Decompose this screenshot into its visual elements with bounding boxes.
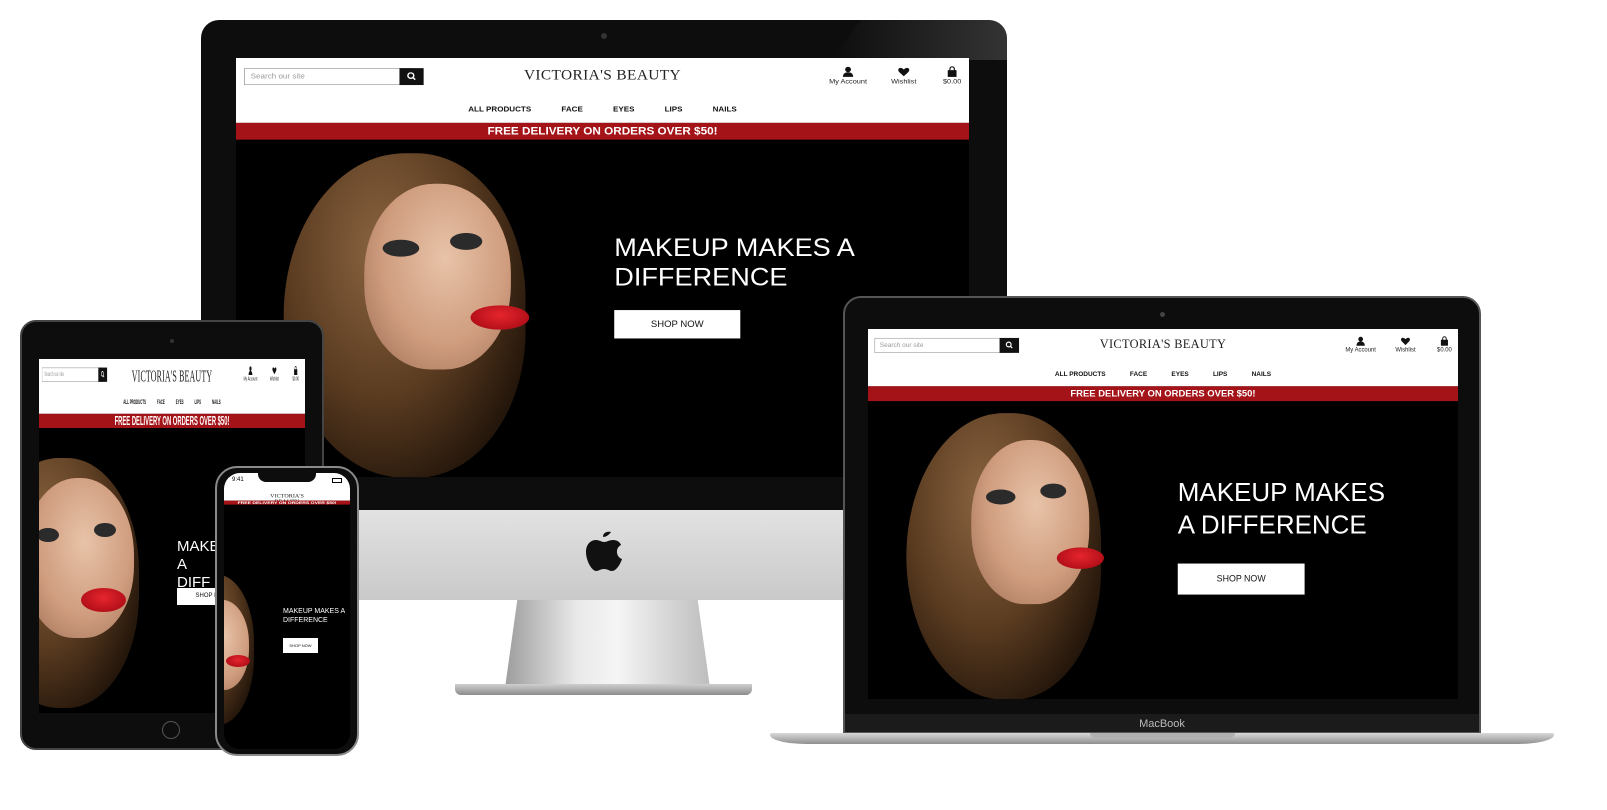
wishlist-label: Wishlist: [269, 376, 279, 383]
nav-all-products[interactable]: ALL PRODUCTS: [1055, 371, 1106, 378]
heart-icon: [272, 367, 277, 375]
account-link[interactable]: My Account: [822, 66, 873, 86]
hero-section: MAKEUP MAKES A DIFFERENCE SHOP NOW: [224, 505, 350, 749]
search-input[interactable]: Search our site: [244, 68, 424, 86]
hero-headline: MAKEUP MAKES A DIFFERENCE: [283, 608, 345, 624]
search-button[interactable]: [98, 367, 108, 382]
nav-nails[interactable]: NAILS: [212, 399, 221, 406]
site-header: VICTORIA'S BEAUTY: [224, 491, 350, 504]
phone-notch: [258, 473, 316, 482]
phone-screen: 9:41 VICTORIA'S BEAUTY FREE DELIVERY ON …: [224, 473, 350, 749]
cart-link[interactable]: $0.00: [926, 66, 969, 86]
site-header: Search our site VICTORIA'S BEAUTY My Acc…: [39, 359, 305, 414]
search-icon: [101, 370, 105, 378]
wishlist-label: Wishlist: [1395, 346, 1416, 354]
nav-all-products[interactable]: ALL PRODUCTS: [468, 105, 531, 113]
main-nav: ALL PRODUCTS FACE EYES LIPS NAILS: [236, 105, 969, 113]
nav-face[interactable]: FACE: [157, 399, 165, 406]
main-nav: ALL PRODUCTS FACE EYES LIPS NAILS: [868, 371, 1458, 378]
heart-icon: [898, 67, 910, 77]
nav-eyes[interactable]: EYES: [176, 399, 184, 406]
shop-now-button[interactable]: SHOP NOW: [283, 638, 318, 653]
laptop-screen: Search our site VICTORIA'S BEAUTY My Acc…: [868, 329, 1458, 699]
shopping-bag-icon: [294, 366, 298, 375]
cart-link[interactable]: $0.00: [1424, 336, 1458, 353]
delivery-banner: FREE DELIVERY ON ORDERS OVER $50!: [224, 501, 350, 505]
delivery-banner: FREE DELIVERY ON ORDERS OVER $50!: [868, 386, 1458, 402]
hero-headline: MAKE A DIFF: [177, 538, 220, 591]
user-icon: [842, 66, 854, 77]
account-link[interactable]: My Account: [241, 366, 260, 383]
nav-face[interactable]: FACE: [1130, 371, 1147, 378]
shop-now-button[interactable]: SHOP NOW: [1177, 563, 1305, 595]
account-label: My Account: [243, 376, 258, 383]
user-icon: [248, 366, 253, 375]
wishlist-link[interactable]: Wishlist: [265, 366, 284, 383]
imac-stand: [505, 600, 710, 688]
shopping-bag-icon: [947, 66, 957, 77]
nav-lips[interactable]: LIPS: [665, 105, 683, 113]
site-logo[interactable]: VICTORIA'S BEAUTY: [482, 67, 724, 84]
cart-link[interactable]: $0.00: [286, 366, 305, 383]
delivery-banner: FREE DELIVERY ON ORDERS OVER $50!: [236, 122, 969, 140]
wishlist-link[interactable]: Wishlist: [1385, 336, 1426, 353]
search-placeholder: Search our site: [250, 72, 305, 81]
account-label: My Account: [1345, 346, 1376, 354]
laptop-bezel-bottom: MacBook: [845, 714, 1479, 732]
cart-total: $0.00: [1437, 346, 1452, 354]
tablet-camera: [170, 339, 174, 343]
nav-eyes[interactable]: EYES: [613, 105, 635, 113]
laptop-brand-label: MacBook: [1139, 718, 1185, 730]
search-placeholder: Search our site: [44, 370, 64, 378]
search-icon: [1005, 341, 1013, 349]
heart-icon: [1401, 337, 1410, 346]
wishlist-label: Wishlist: [891, 78, 917, 86]
site-header: Search our site VICTORIA'S BEAUTY My Acc…: [236, 58, 969, 123]
main-nav: ALL PRODUCTS FACE EYES LIPS NAILS: [39, 399, 305, 406]
phone-frame: 9:41 VICTORIA'S BEAUTY FREE DELIVERY ON …: [215, 466, 359, 756]
status-time: 9:41: [232, 477, 244, 483]
account-label: My Account: [829, 78, 867, 86]
hero-headline: MAKEUP MAKES A DIFFERENCE: [614, 233, 854, 292]
search-input[interactable]: Search our site: [874, 337, 1020, 353]
search-placeholder: Search our site: [879, 341, 924, 349]
cart-total: $0.00: [942, 78, 962, 86]
nav-lips[interactable]: LIPS: [1213, 371, 1227, 378]
delivery-banner: FREE DELIVERY ON ORDERS OVER $50!: [39, 413, 305, 429]
nav-face[interactable]: FACE: [561, 105, 583, 113]
imac-glare: [831, 20, 1007, 60]
user-icon: [1356, 336, 1365, 346]
hero-section: MAKEUP MAKES A DIFFERENCE SHOP NOW: [868, 401, 1458, 699]
laptop-site: Search our site VICTORIA'S BEAUTY My Acc…: [868, 329, 1458, 699]
site-header: Search our site VICTORIA'S BEAUTY My Acc…: [868, 329, 1458, 387]
shopping-bag-icon: [1440, 336, 1448, 346]
imac-stand-base: [455, 684, 752, 695]
nav-nails[interactable]: NAILS: [713, 105, 737, 113]
shop-now-button[interactable]: SHOP NOW: [614, 310, 741, 339]
nav-nails[interactable]: NAILS: [1252, 371, 1271, 378]
laptop-notch: [1090, 733, 1235, 738]
imac-camera: [601, 33, 607, 39]
hero-headline: MAKEUP MAKES A DIFFERENCE: [1177, 477, 1386, 540]
nav-eyes[interactable]: EYES: [1171, 371, 1188, 378]
battery-icon: [332, 478, 342, 483]
site-logo[interactable]: VICTORIA'S BEAUTY: [1066, 337, 1261, 352]
search-icon: [407, 72, 416, 81]
nav-lips[interactable]: LIPS: [195, 399, 202, 406]
search-input[interactable]: Search our site: [41, 367, 108, 382]
laptop-camera: [1160, 312, 1165, 317]
nav-all-products[interactable]: ALL PRODUCTS: [123, 399, 146, 406]
search-button[interactable]: [999, 337, 1020, 353]
tablet-home-button: [162, 721, 180, 739]
phone-status-bar: 9:41: [224, 473, 350, 491]
account-link[interactable]: My Account: [1340, 336, 1381, 353]
apple-logo-icon: [584, 528, 624, 578]
cart-total: $0.00: [292, 376, 300, 383]
site-logo[interactable]: VICTORIA'S BEAUTY: [128, 366, 216, 385]
search-button[interactable]: [399, 68, 424, 86]
laptop-lid: Search our site VICTORIA'S BEAUTY My Acc…: [843, 296, 1481, 734]
wishlist-link[interactable]: Wishlist: [878, 66, 929, 86]
